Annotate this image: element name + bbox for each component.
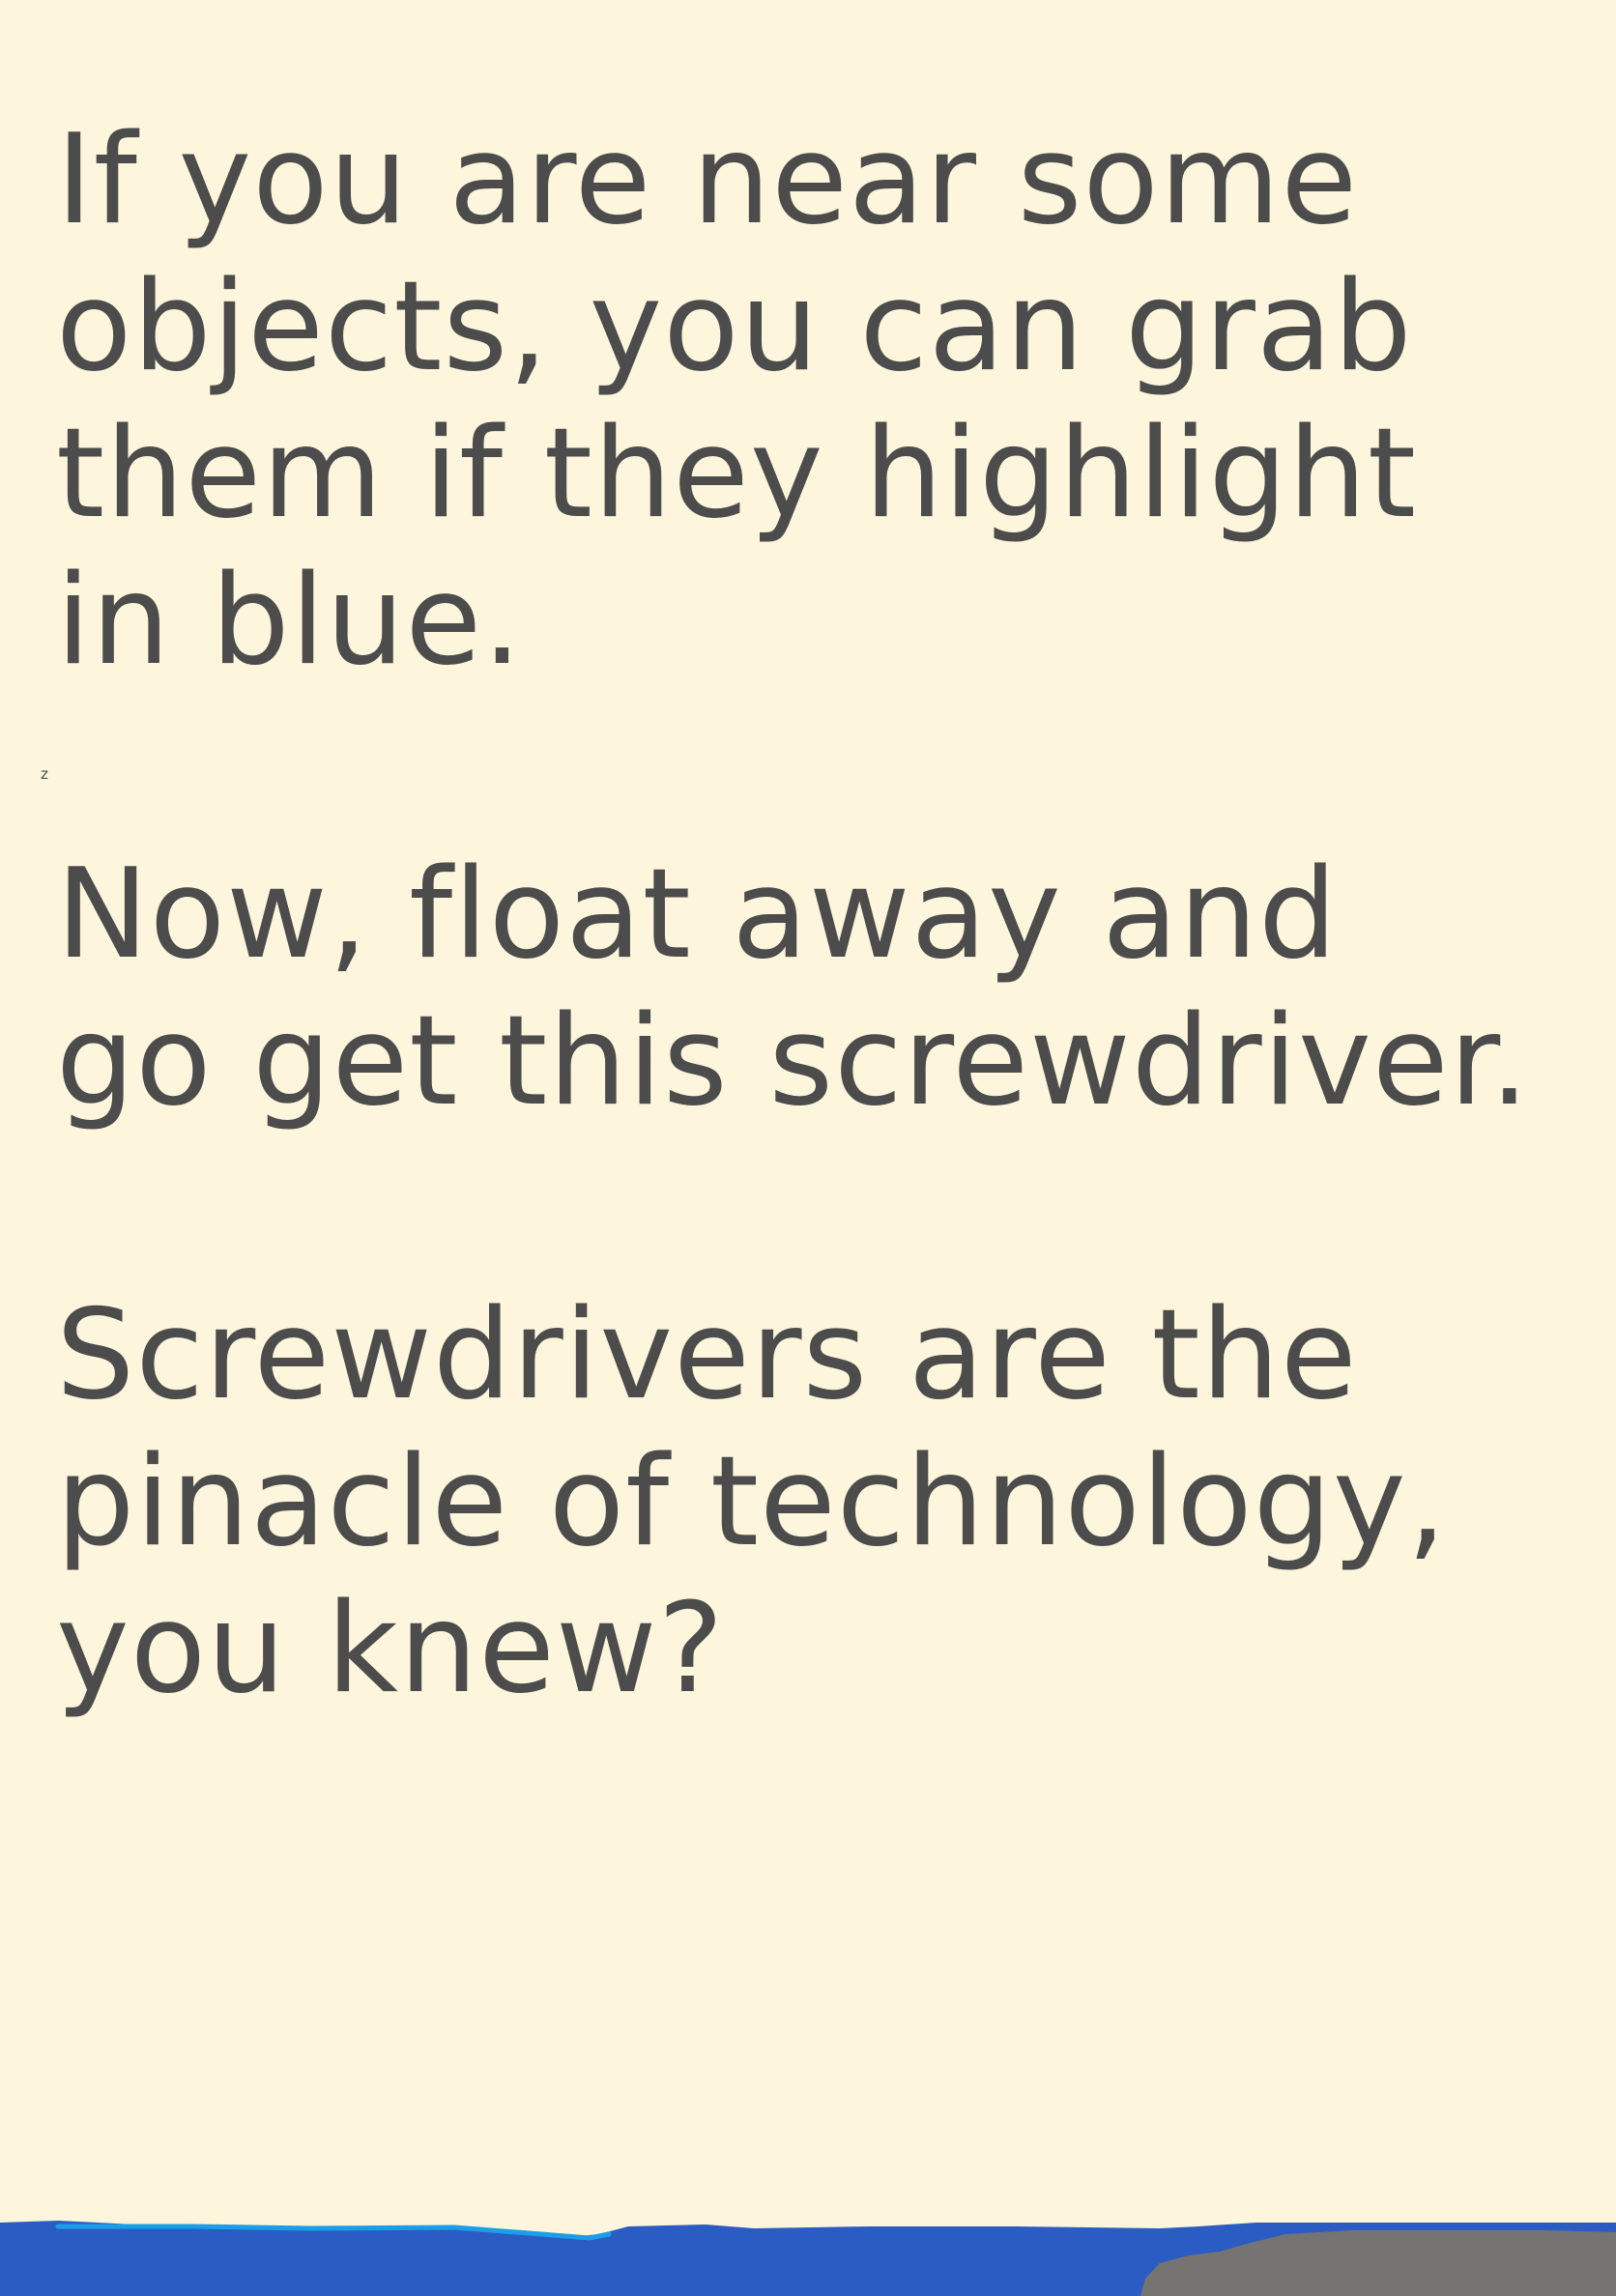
key-hint-label: z bbox=[41, 765, 48, 783]
tutorial-text-flavor: Screwdrivers are the pinacle of technolo… bbox=[56, 1283, 1448, 1721]
ground-strip bbox=[0, 2221, 1616, 2296]
tutorial-text-objective: Now, float away and go get this screwdri… bbox=[56, 843, 1531, 1134]
tutorial-text-grab: If you are near some objects, you can gr… bbox=[56, 108, 1417, 693]
game-scene: If you are near some objects, you can gr… bbox=[0, 0, 1616, 2296]
